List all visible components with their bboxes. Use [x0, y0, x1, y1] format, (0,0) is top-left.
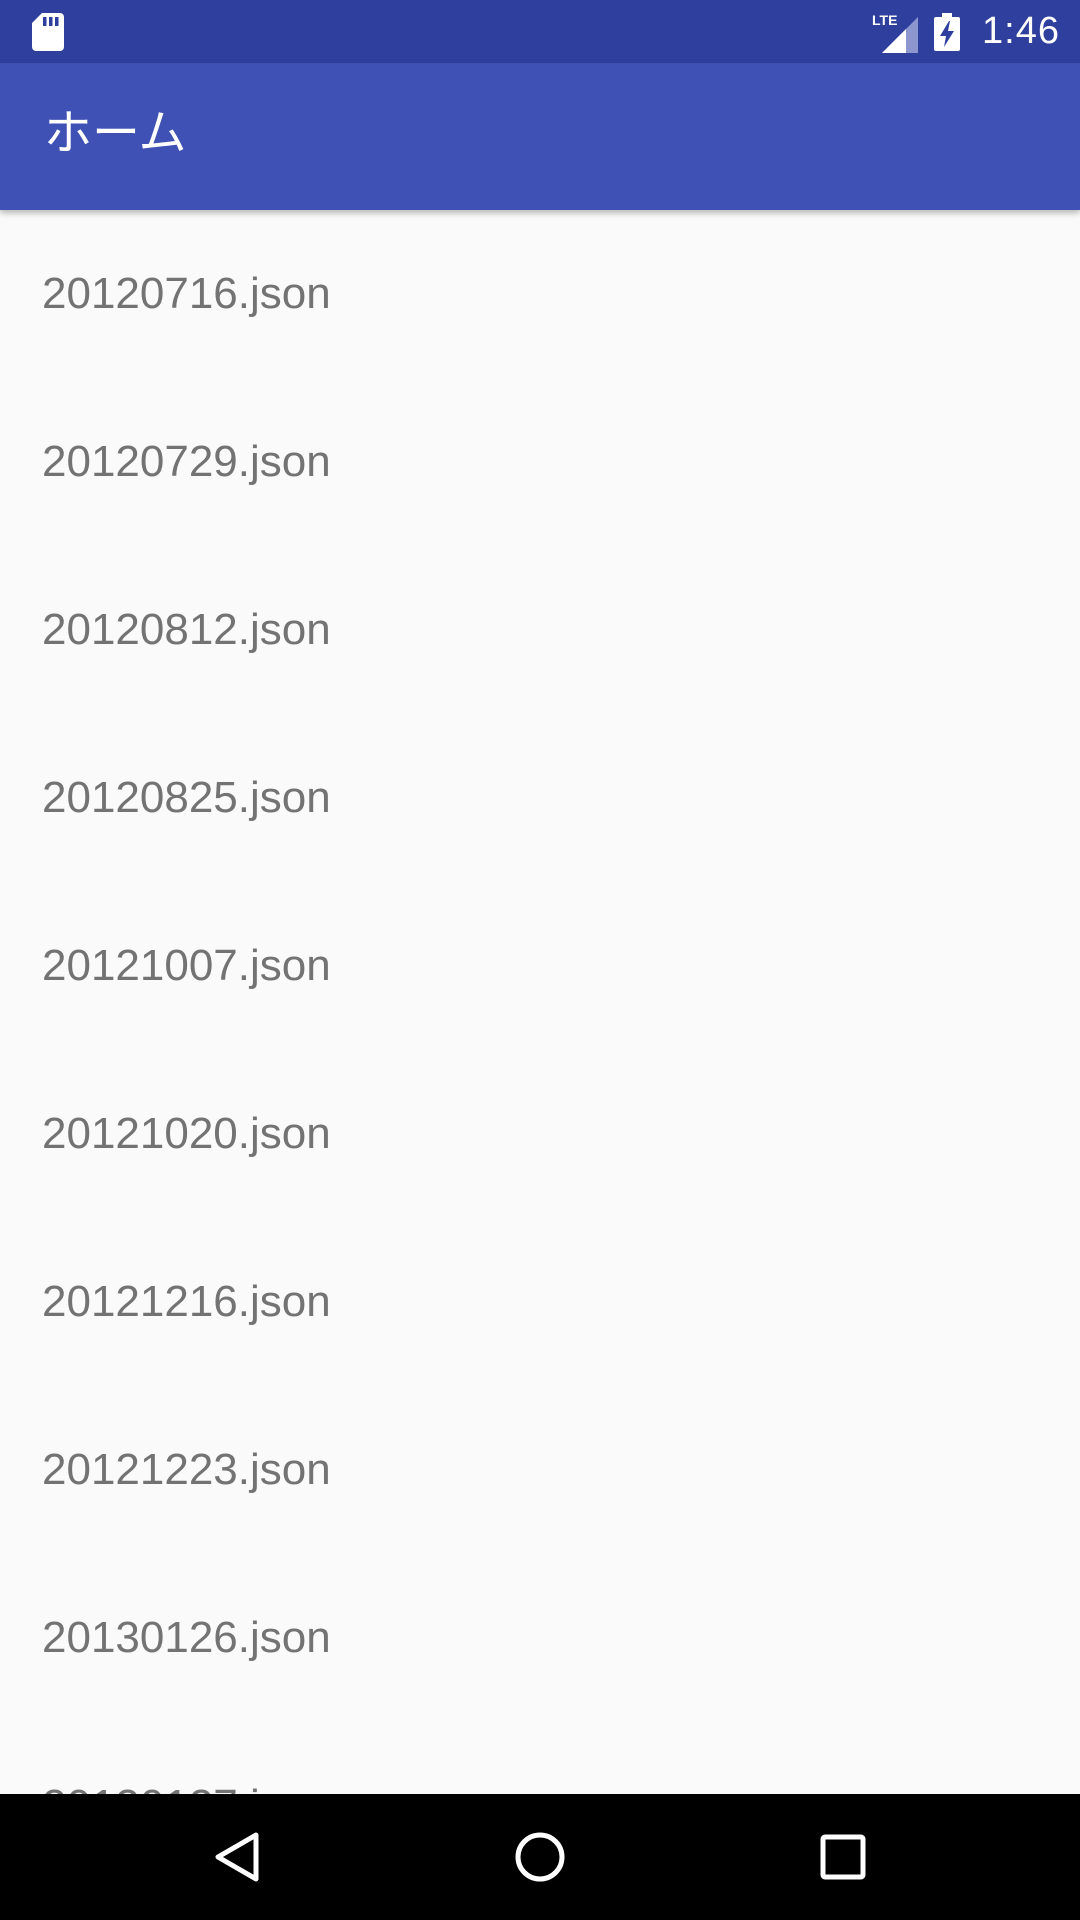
app-title: ホーム: [44, 105, 187, 161]
sd-card-icon: [32, 13, 64, 51]
list-item-label: 20120812.json: [42, 605, 331, 654]
list-item[interactable]: 20120729.json: [0, 378, 1080, 546]
recents-button[interactable]: [803, 1817, 883, 1897]
list-item-label: 20120729.json: [42, 437, 331, 486]
list-item-label: 20120825.json: [42, 773, 331, 822]
list-item-label: 20121007.json: [42, 941, 331, 990]
list-item[interactable]: 20130127.json: [0, 1722, 1080, 1795]
list-item-label: 20121020.json: [42, 1109, 331, 1158]
list-item[interactable]: 20121216.json: [0, 1218, 1080, 1386]
app-bar: ホーム: [0, 63, 1080, 210]
recents-icon: [820, 1834, 866, 1880]
list-item-label: 20130127.json: [42, 1784, 331, 1795]
file-list[interactable]: 20120716.json 20120729.json 20120812.jso…: [0, 210, 1080, 1795]
list-item[interactable]: 20130126.json: [0, 1554, 1080, 1722]
lte-signal-icon: LTE: [872, 12, 919, 53]
list-item-label: 20121216.json: [42, 1277, 331, 1326]
list-item[interactable]: 20121007.json: [0, 882, 1080, 1050]
battery-charging-icon: [934, 12, 961, 51]
screen: LTE 1:46 ホーム 20120716.json 20120729.json…: [0, 0, 1080, 1920]
status-time: 1:46: [982, 10, 1060, 52]
list-item-label: 20130126.json: [42, 1613, 331, 1662]
navigation-bar: [0, 1794, 1080, 1920]
list-item[interactable]: 20120716.json: [0, 210, 1080, 378]
list-item[interactable]: 20120812.json: [0, 546, 1080, 714]
status-icons: LTE 1:46: [872, 0, 1060, 63]
list-item-label: 20121223.json: [42, 1445, 331, 1494]
list-item[interactable]: 20121020.json: [0, 1050, 1080, 1218]
back-icon: [215, 1832, 259, 1882]
back-button[interactable]: [196, 1817, 276, 1897]
home-icon: [515, 1832, 565, 1882]
list-item-label: 20120716.json: [42, 269, 331, 318]
list-item[interactable]: 20121223.json: [0, 1386, 1080, 1554]
list-item[interactable]: 20120825.json: [0, 714, 1080, 882]
home-button[interactable]: [500, 1817, 580, 1897]
network-type-label: LTE: [872, 12, 897, 28]
status-bar: LTE 1:46: [0, 0, 1080, 63]
